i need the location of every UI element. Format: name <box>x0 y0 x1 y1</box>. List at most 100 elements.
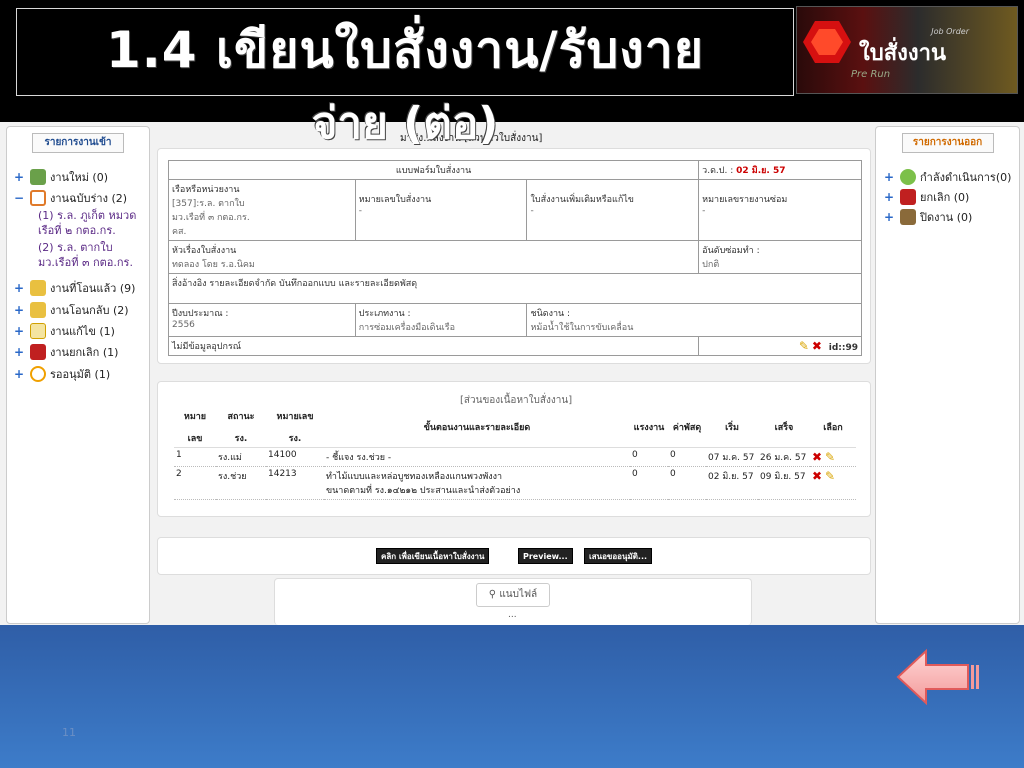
subject-label: หัวเรื่องใบสั่งงาน <box>172 246 237 256</box>
sidebar-item-new-jobs[interactable]: + งานใหม่ (0) <box>14 168 108 186</box>
row-status: รง.แม่ <box>216 447 266 467</box>
row-number: 2 <box>174 466 216 500</box>
row-steps: - ชี้แจง รง.ช่วย - <box>324 447 630 467</box>
reference-text: สิ่งอ้างอิง รายละเอียดจำกัด บันทึกออกแบบ… <box>172 279 418 289</box>
slide-footer-band <box>0 625 1024 768</box>
attach-file-button[interactable]: ⚲ แนบไฟล์ <box>476 583 550 607</box>
row-labor: 0 <box>630 466 668 500</box>
header-status: สถานะ รง. <box>216 407 266 448</box>
row-code: 14213 <box>266 466 324 500</box>
collapse-toggle[interactable]: − <box>14 191 26 205</box>
header-start: เริ่ม <box>706 407 758 448</box>
extra-order-label: ใบสั่งงานเพิ่มเติมหรือแก้ไข <box>530 195 634 205</box>
expand-toggle[interactable]: + <box>884 210 896 224</box>
sidebar-item-label: รออนุมัติ (1) <box>50 368 111 381</box>
job-kind-label: ชนิดงาน : <box>530 309 571 319</box>
cancel-icon <box>900 189 916 205</box>
row-start: 07 ม.ค. 57 <box>706 447 758 467</box>
row-parts: 0 <box>668 447 706 467</box>
draft-subitem-line: (1) ร.ล. ภูเก็ต หมวด <box>38 209 137 222</box>
date-label: ว.ด.ป. : <box>702 166 734 176</box>
job-type-label: ประเภทงาน : <box>358 309 411 319</box>
sidebar-item-edit[interactable]: + งานแก้ไข (1) <box>14 322 115 340</box>
logo-main-text: ใบสั่งงาน <box>859 41 947 66</box>
sidebar-item-label: ปิดงาน (0) <box>920 211 973 224</box>
table-row: 1 รง.แม่ 14100 - ชี้แจง รง.ช่วย - 0 0 07… <box>174 447 856 467</box>
expand-toggle[interactable]: + <box>14 281 26 295</box>
sidebar-item-pending-approval[interactable]: + รออนุมัติ (1) <box>14 365 110 383</box>
form-title: แบบฟอร์มใบสั่งงาน <box>395 166 472 176</box>
budget-year-label: ปีงบประมาณ : <box>172 309 229 319</box>
back-arrow-icon[interactable] <box>896 648 980 706</box>
sidebar-item-cancelled[interactable]: + งานยกเลิก (1) <box>14 343 118 361</box>
sidebar-item-closed[interactable]: + ปิดงาน (0) <box>884 208 972 226</box>
form-title-cell: แบบฟอร์มใบสั่งงาน <box>167 160 700 180</box>
submit-approval-button[interactable]: เสนอขออนุมัติ... <box>584 548 653 564</box>
expand-toggle[interactable]: + <box>884 170 896 184</box>
expand-toggle[interactable]: + <box>14 170 26 184</box>
draft-subitem-line: (2) ร.ล. ตากใบ <box>38 241 113 254</box>
edit-pencil-icon[interactable]: ✎ <box>825 469 835 483</box>
row-actions: ✖ ✎ <box>810 466 856 500</box>
sidebar-item-label: งานที่โอนแล้ว (9) <box>50 282 136 295</box>
header-line: หมาย <box>183 412 207 422</box>
clock-icon <box>30 366 46 382</box>
edit-pencil-icon[interactable]: ✎ <box>799 339 809 353</box>
sidebar-item-out-cancelled[interactable]: + ยกเลิก (0) <box>884 188 969 206</box>
job-type-value: การซ่อมเครื่องมือเดินเรือ <box>358 323 455 333</box>
outgoing-jobs-heading[interactable]: รายการงานออก <box>901 133 994 153</box>
expand-toggle[interactable]: + <box>14 324 26 338</box>
write-content-button[interactable]: คลิก เพื่อเขียนเนื้อหาใบสั่งงาน <box>376 548 490 564</box>
ship-label: เรือหรือหน่วยงาน <box>172 185 240 195</box>
preview-button[interactable]: Preview... <box>518 548 573 564</box>
sidebar-item-label: งานโอนกลับ (2) <box>50 304 129 317</box>
cancel-icon <box>30 344 46 360</box>
sidebar-item-in-progress[interactable]: + กำลังดำเนินการ(0) <box>884 168 1011 186</box>
order-number-cell: หมายเลขใบสั่งงาน - <box>354 179 528 241</box>
header-select: เลือก <box>810 407 856 448</box>
table-row: 2 รง.ช่วย 14213 ทำไม้แบบและหล่อบูชทองเหล… <box>174 466 856 500</box>
sidebar-item-returned[interactable]: + งานโอนกลับ (2) <box>14 301 129 319</box>
form-actions-cell: ✎ ✖ id::99 <box>698 336 862 356</box>
expand-toggle[interactable]: + <box>14 367 26 381</box>
ship-value: [357]:ร.ล. ตากใบ <box>172 199 245 209</box>
subject-cell: หัวเรื่องใบสั่งงาน ทดลอง โดย ร.อ.นิคม <box>167 240 700 274</box>
slide-title-continued: จ่าย (ต่อ) <box>311 98 499 149</box>
delete-x-icon[interactable]: ✖ <box>812 469 822 483</box>
priority-cell: อันดับซ่อมทำ : ปกติ <box>698 240 862 274</box>
sidebar-item-label: กำลังดำเนินการ(0) <box>920 171 1012 184</box>
header-parts: ค่าพัสดุ <box>668 407 706 448</box>
expand-toggle[interactable]: + <box>884 190 896 204</box>
job-order-logo: Job Order ใบสั่งงาน Pre Run <box>796 6 1018 94</box>
row-code: 14100 <box>266 447 324 467</box>
equipment-text: ไม่มีข้อมูลอุปกรณ์ <box>172 342 242 352</box>
sidebar-item-label: งานแก้ไข (1) <box>50 325 115 338</box>
page-number: 11 <box>62 726 76 739</box>
edit-icon <box>30 323 46 339</box>
row-number: 1 <box>174 447 216 467</box>
job-kind-value: หม้อน้ำใช้ในการขับเคลื่อน <box>530 323 634 333</box>
ship-value: มว.เรือที่ ๓ กตอ.กร. <box>172 213 250 223</box>
expand-toggle[interactable]: + <box>14 345 26 359</box>
draft-subitem-2[interactable]: (2) ร.ล. ตากใบ มว.เรือที่ ๓ กตอ.กร. <box>38 240 133 270</box>
edit-pencil-icon[interactable]: ✎ <box>825 450 835 464</box>
job-kind-cell: ชนิดงาน : หม้อน้ำใช้ในการขับเคลื่อน <box>526 303 862 337</box>
expand-toggle[interactable]: + <box>14 303 26 317</box>
row-actions: ✖ ✎ <box>810 447 856 467</box>
row-steps-line: - ชี้แจง รง.ช่วย - <box>326 453 392 463</box>
row-labor: 0 <box>630 447 668 467</box>
ship-cell: เรือหรือหน่วยงาน [357]:ร.ล. ตากใบ มว.เรื… <box>168 179 356 241</box>
draft-subitem-1[interactable]: (1) ร.ล. ภูเก็ต หมวด เรือที่ ๒ กตอ.กร. <box>38 208 136 238</box>
delete-x-icon[interactable]: ✖ <box>812 450 822 464</box>
ship-value: คส. <box>172 227 187 237</box>
slide-title: 1.4 เขียนใบสั่งงาน/รับงาย <box>105 21 705 79</box>
equipment-cell: ไม่มีข้อมูลอุปกรณ์ <box>167 336 700 356</box>
draft-subitem-line: มว.เรือที่ ๓ กตอ.กร. <box>38 256 133 269</box>
extra-order-value: - <box>530 206 534 216</box>
logo-sub-text: Pre Run <box>851 69 891 80</box>
new-job-icon <box>30 169 46 185</box>
sidebar-item-drafts[interactable]: − งานฉบับร่าง (2) <box>14 189 127 207</box>
delete-x-icon[interactable]: ✖ <box>812 339 822 353</box>
sidebar-item-transferred[interactable]: + งานที่โอนแล้ว (9) <box>14 279 135 297</box>
sidebar-item-label: งานฉบับร่าง (2) <box>50 192 128 205</box>
